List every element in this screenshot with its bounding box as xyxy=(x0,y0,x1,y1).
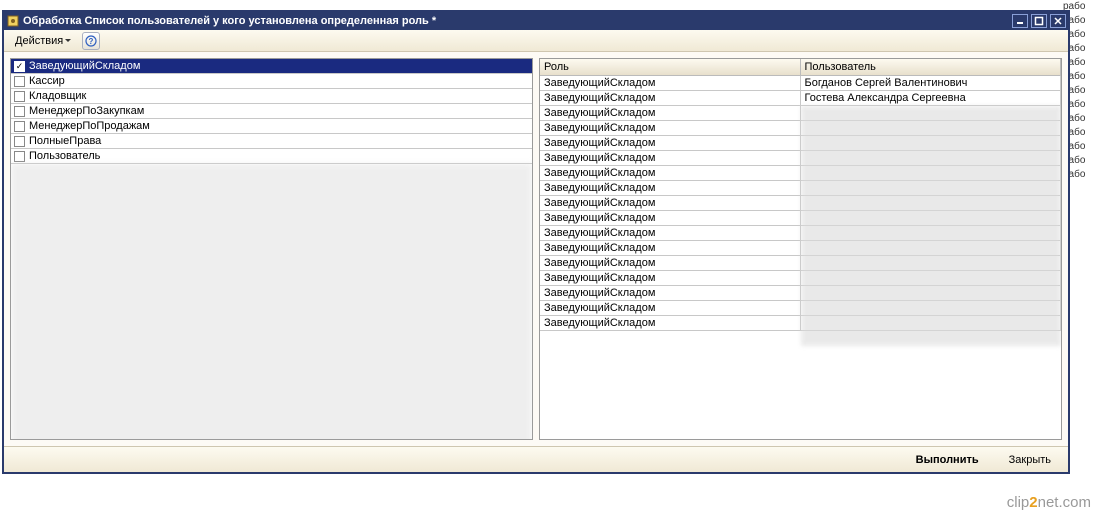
svg-text:?: ? xyxy=(89,37,94,46)
cell-role: ЗаведующийСкладом xyxy=(540,301,801,315)
role-label: ЗаведующийСкладом xyxy=(29,60,140,72)
toolbar: Действия ? xyxy=(4,30,1068,52)
footer: Выполнить Закрыть xyxy=(4,446,1068,472)
cell-role: ЗаведующийСкладом xyxy=(540,136,801,150)
cell-role: ЗаведующийСкладом xyxy=(540,91,801,105)
window-controls xyxy=(1012,14,1066,28)
role-row[interactable]: Кладовщик xyxy=(11,89,532,104)
cell-role: ЗаведующийСкладом xyxy=(540,151,801,165)
close-button[interactable] xyxy=(1050,14,1066,28)
role-row[interactable]: Пользователь xyxy=(11,149,532,164)
cell-role: ЗаведующийСкладом xyxy=(540,106,801,120)
cell-role: ЗаведующийСкладом xyxy=(540,271,801,285)
actions-label: Действия xyxy=(15,35,63,47)
cell-role: ЗаведующийСкладом xyxy=(540,211,801,225)
table-header: Роль Пользователь xyxy=(540,59,1061,76)
role-row[interactable]: ПолныеПрава xyxy=(11,134,532,149)
role-label: ПолныеПрава xyxy=(29,135,101,147)
role-checkbox[interactable] xyxy=(14,91,25,102)
role-checkbox[interactable] xyxy=(14,151,25,162)
execute-button[interactable]: Выполнить xyxy=(905,450,990,470)
users-panel: Роль Пользователь ЗаведующийСкладомБогда… xyxy=(539,58,1062,440)
role-row[interactable]: Кассир xyxy=(11,74,532,89)
blurred-region xyxy=(11,164,532,439)
table-body: ЗаведующийСкладомБогданов Сергей Валенти… xyxy=(540,76,1061,439)
roles-list: ЗаведующийСкладом Кассир Кладовщик Менеджер… xyxy=(11,59,532,439)
content-area: ЗаведующийСкладом Кассир Кладовщик Менеджер… xyxy=(4,52,1068,446)
cell-role: ЗаведующийСкладом xyxy=(540,166,801,180)
role-row[interactable]: ЗаведующийСкладом xyxy=(11,59,532,74)
role-checkbox[interactable] xyxy=(14,76,25,87)
role-checkbox[interactable] xyxy=(14,61,25,72)
role-label: МенеджерПоПродажам xyxy=(29,120,150,132)
role-label: Кладовщик xyxy=(29,90,86,102)
main-window: Обработка Список пользователей у кого ус… xyxy=(2,10,1070,474)
column-header-user[interactable]: Пользователь xyxy=(801,59,1062,76)
cell-role: ЗаведующийСкладом xyxy=(540,121,801,135)
cell-role: ЗаведующийСкладом xyxy=(540,226,801,240)
role-checkbox[interactable] xyxy=(14,121,25,132)
cell-role: ЗаведующийСкладом xyxy=(540,256,801,270)
help-button[interactable]: ? xyxy=(82,32,100,50)
actions-menu-button[interactable]: Действия xyxy=(8,32,78,50)
role-label: МенеджерПоЗакупкам xyxy=(29,105,144,117)
roles-panel: ЗаведующийСкладом Кассир Кладовщик Менеджер… xyxy=(10,58,533,440)
chevron-down-icon xyxy=(65,39,71,42)
role-checkbox[interactable] xyxy=(14,106,25,117)
table-row[interactable]: ЗаведующийСкладомБогданов Сергей Валенти… xyxy=(540,76,1061,91)
app-icon xyxy=(6,14,20,28)
cell-user: Гостева Александра Сергеевна xyxy=(801,91,1062,105)
role-checkbox[interactable] xyxy=(14,136,25,147)
column-header-role[interactable]: Роль xyxy=(540,59,801,76)
cell-role: ЗаведующийСкладом xyxy=(540,76,801,90)
close-form-button[interactable]: Закрыть xyxy=(998,450,1062,470)
minimize-button[interactable] xyxy=(1012,14,1028,28)
cell-role: ЗаведующийСкладом xyxy=(540,316,801,330)
watermark: clip2net.com xyxy=(1007,494,1091,511)
maximize-button[interactable] xyxy=(1031,14,1047,28)
cell-role: ЗаведующийСкладом xyxy=(540,241,801,255)
role-row[interactable]: МенеджерПоПродажам xyxy=(11,119,532,134)
role-label: Кассир xyxy=(29,75,65,87)
window-title: Обработка Список пользователей у кого ус… xyxy=(23,15,1012,27)
table-row[interactable]: ЗаведующийСкладомГостева Александра Серг… xyxy=(540,91,1061,106)
cell-role: ЗаведующийСкладом xyxy=(540,196,801,210)
cell-user: Богданов Сергей Валентинович xyxy=(801,76,1062,90)
blurred-region xyxy=(801,106,1062,346)
titlebar[interactable]: Обработка Список пользователей у кого ус… xyxy=(4,12,1068,30)
cell-role: ЗаведующийСкладом xyxy=(540,181,801,195)
role-row[interactable]: МенеджерПоЗакупкам xyxy=(11,104,532,119)
role-label: Пользователь xyxy=(29,150,100,162)
cell-role: ЗаведующийСкладом xyxy=(540,286,801,300)
